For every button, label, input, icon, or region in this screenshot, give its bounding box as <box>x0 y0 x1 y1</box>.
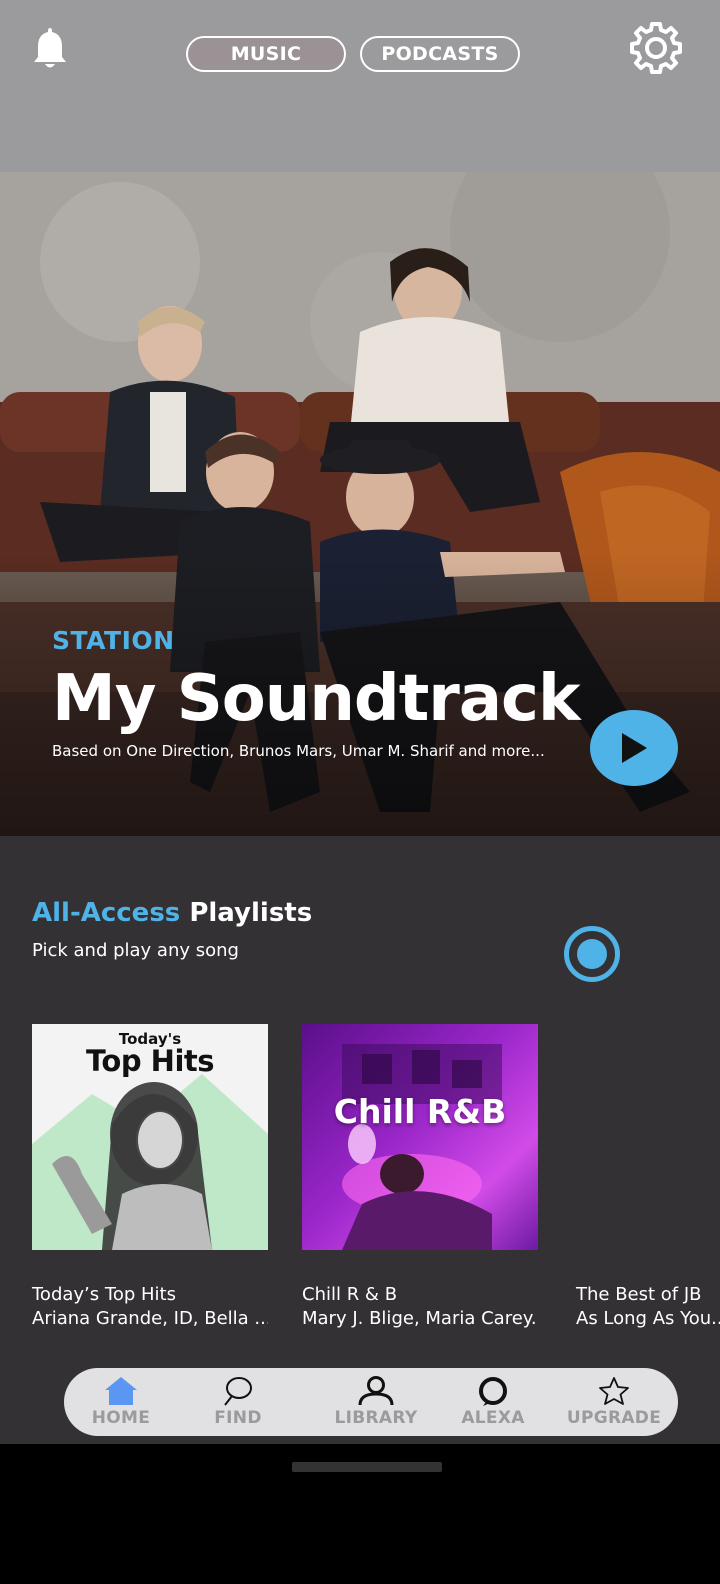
hero-banner[interactable]: STATION My Soundtrack Based on One Direc… <box>0 172 720 836</box>
gear-icon[interactable] <box>628 20 684 76</box>
nav-label-upgrade: UPGRADE <box>566 1408 662 1428</box>
playlist-desc: Mary J. Blige, Maria Carey... <box>302 1308 538 1329</box>
nav-label-find: FIND <box>214 1408 262 1428</box>
hero-kicker: STATION <box>52 626 175 655</box>
nav-label-library: LIBRARY <box>334 1408 418 1428</box>
content-area: All-Access Playlists Pick and play any s… <box>0 836 720 1444</box>
bottom-nav: HOME FIND LIBRARY ALEXA UPGRADE <box>64 1368 678 1436</box>
user-icon <box>358 1376 394 1406</box>
nav-find[interactable]: FIND <box>198 1368 278 1436</box>
tab-podcasts[interactable]: PODCASTS <box>360 36 520 72</box>
art-title-big: Top Hits <box>85 1044 215 1078</box>
section-subtitle: Pick and play any song <box>32 940 239 961</box>
search-icon <box>224 1377 252 1406</box>
playlist-desc: As Long As You... <box>576 1308 720 1329</box>
nav-upgrade[interactable]: UPGRADE <box>564 1368 664 1436</box>
hero-subtitle: Based on One Direction, Brunos Mars, Uma… <box>52 742 545 760</box>
home-indicator[interactable] <box>292 1462 442 1472</box>
star-icon <box>599 1377 629 1405</box>
bell-icon[interactable] <box>28 24 72 72</box>
playlist-name[interactable]: Today’s Top Hits <box>32 1284 176 1305</box>
play-button[interactable] <box>590 710 678 786</box>
section-title: All-Access Playlists <box>32 898 312 928</box>
tab-music[interactable]: MUSIC <box>186 36 346 72</box>
radio-dot <box>577 939 607 969</box>
art-image <box>342 1044 502 1250</box>
playlist-name[interactable]: The Best of JB <box>576 1284 702 1305</box>
radio-button[interactable] <box>564 926 620 982</box>
play-icon <box>622 733 647 763</box>
nav-library[interactable]: LIBRARY <box>320 1368 432 1436</box>
playlist-art-chill-rnb[interactable]: Chill R&B <box>302 1024 538 1250</box>
hero-title: My Soundtrack <box>52 662 581 736</box>
nav-label-home: HOME <box>91 1408 151 1428</box>
art-title-big: Chill R&B <box>333 1092 507 1131</box>
section-title-rest: Playlists <box>189 898 313 928</box>
nav-home[interactable]: HOME <box>78 1368 164 1436</box>
nav-alexa[interactable]: ALEXA <box>452 1368 534 1436</box>
system-gesture-bar <box>0 1444 720 1584</box>
section-title-accent: All-Access <box>32 898 181 928</box>
playlist-desc: Ariana Grande, ID, Bella ... <box>32 1308 268 1329</box>
playlist-art-todays-top-hits[interactable]: Today's Top Hits <box>32 1024 268 1250</box>
alexa-icon <box>479 1377 507 1406</box>
top-header: MUSIC PODCASTS <box>0 0 720 172</box>
home-icon <box>105 1377 137 1405</box>
nav-label-alexa: ALEXA <box>461 1408 525 1428</box>
playlist-name[interactable]: Chill R & B <box>302 1284 397 1305</box>
